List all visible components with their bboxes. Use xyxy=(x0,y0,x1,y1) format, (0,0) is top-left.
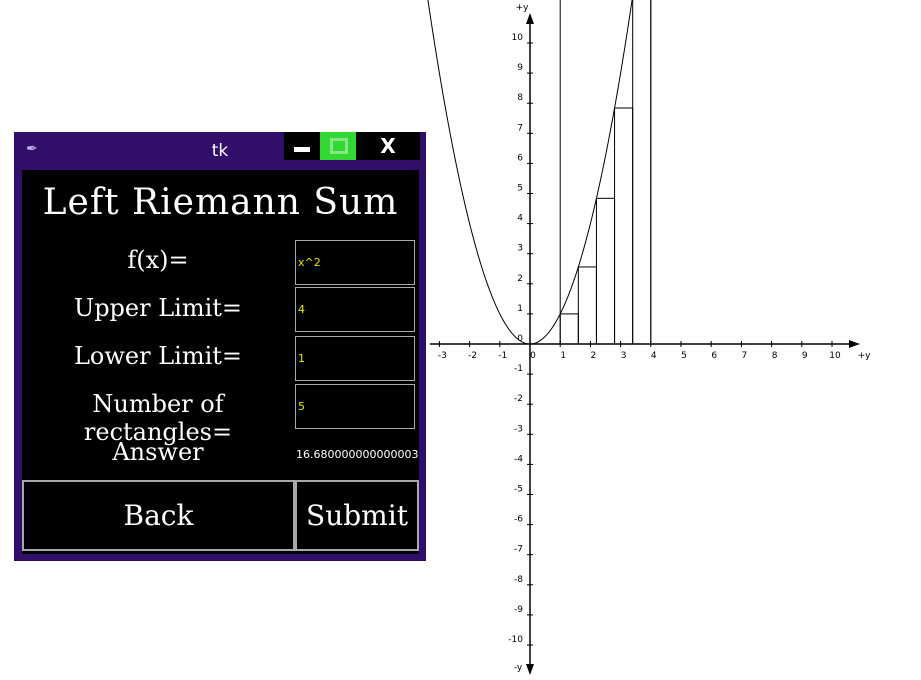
x-axis-label: +y xyxy=(858,351,872,361)
submit-button[interactable]: Submit xyxy=(295,480,419,551)
y-tick-label: -7 xyxy=(514,545,523,555)
back-button[interactable]: Back xyxy=(22,480,295,551)
minimize-button[interactable] xyxy=(284,132,320,160)
y-axis-arrow-up xyxy=(526,13,534,24)
y-tick-label: -10 xyxy=(508,635,523,645)
x-axis-arrow xyxy=(849,340,860,348)
y-tick-label: -9 xyxy=(514,605,523,615)
y-tick-label: 2 xyxy=(517,274,523,284)
y-tick-label: -4 xyxy=(514,454,523,464)
y-tick-label: 9 xyxy=(517,63,523,73)
y-tick-label: 3 xyxy=(517,244,523,254)
function-curve xyxy=(427,0,633,345)
minimize-icon xyxy=(294,147,310,152)
x-tick-label: 10 xyxy=(829,351,841,361)
y-tick-label: 5 xyxy=(517,184,523,194)
close-button[interactable]: X xyxy=(356,132,420,160)
y-tick-label: 7 xyxy=(517,123,523,133)
function-input[interactable] xyxy=(295,240,415,285)
riemann-rectangles xyxy=(559,0,652,345)
y-axis-top-label: +y xyxy=(516,3,530,13)
riemann-rectangle xyxy=(577,266,597,345)
y-tick-label: -8 xyxy=(514,575,523,585)
x-tick-label: 5 xyxy=(681,351,687,361)
y-tick-label: -6 xyxy=(514,515,523,525)
maximize-button[interactable] xyxy=(320,132,356,160)
x-tick-label: 8 xyxy=(772,351,778,361)
x-tick-label: 6 xyxy=(711,351,717,361)
tick-labels: -3 -2 -1 0 1 2 3 4 5 6 7 8 9 10109876543210-1-2-3-4-5… xyxy=(438,3,871,673)
x-tick-label: -1 xyxy=(498,351,507,361)
riemann-rectangle xyxy=(614,107,634,345)
x-tick-label: 0 xyxy=(530,351,536,361)
lower-limit-label: Lower Limit= xyxy=(73,342,243,370)
main-panel: Left Riemann Sum f(x)= Upper Limit= Lowe… xyxy=(22,170,419,554)
x-tick-label: 4 xyxy=(651,351,657,361)
page-title: Left Riemann Sum xyxy=(42,182,399,223)
rectangles-input[interactable] xyxy=(295,384,415,429)
y-tick-label: 10 xyxy=(512,33,524,43)
x-tick-label: 1 xyxy=(560,351,566,361)
y-tick-label: -2 xyxy=(514,394,523,404)
y-tick-label: 1 xyxy=(517,304,523,314)
y-tick-label: 8 xyxy=(517,93,523,103)
answer-value: 16.680000000000003 xyxy=(296,448,419,461)
riemann-rectangle xyxy=(559,313,579,345)
x-tick-label: 2 xyxy=(591,351,597,361)
lower-limit-input[interactable] xyxy=(295,336,415,381)
function-label: f(x)= xyxy=(127,246,189,274)
maximize-icon xyxy=(330,138,348,154)
upper-limit-input[interactable] xyxy=(295,287,415,332)
title-bar[interactable]: ✒ tk X xyxy=(14,132,426,168)
y-tick-label: -1 xyxy=(514,364,523,374)
close-icon: X xyxy=(380,134,396,158)
answer-label: Answer xyxy=(112,438,204,466)
x-tick-label: 9 xyxy=(802,351,808,361)
upper-limit-label: Upper Limit= xyxy=(73,294,243,322)
y-tick-label: 6 xyxy=(517,153,523,163)
x-tick-label: 3 xyxy=(621,351,627,361)
riemann-rectangle xyxy=(632,0,652,345)
y-tick-label: -3 xyxy=(514,424,523,434)
x-tick-label: -2 xyxy=(468,351,477,361)
x-tick-label: -3 xyxy=(438,351,447,361)
x-tick-label: 7 xyxy=(742,351,748,361)
y-tick-label: 4 xyxy=(517,214,523,224)
riemann-rectangle xyxy=(595,197,616,345)
y-axis-arrow-down xyxy=(526,664,534,675)
y-axis-bottom-label: -y xyxy=(514,663,523,673)
y-tick-label: -5 xyxy=(514,485,523,495)
tk-window: ✒ tk X Left Riemann Sum f(x)= Upper Limi… xyxy=(14,132,426,561)
